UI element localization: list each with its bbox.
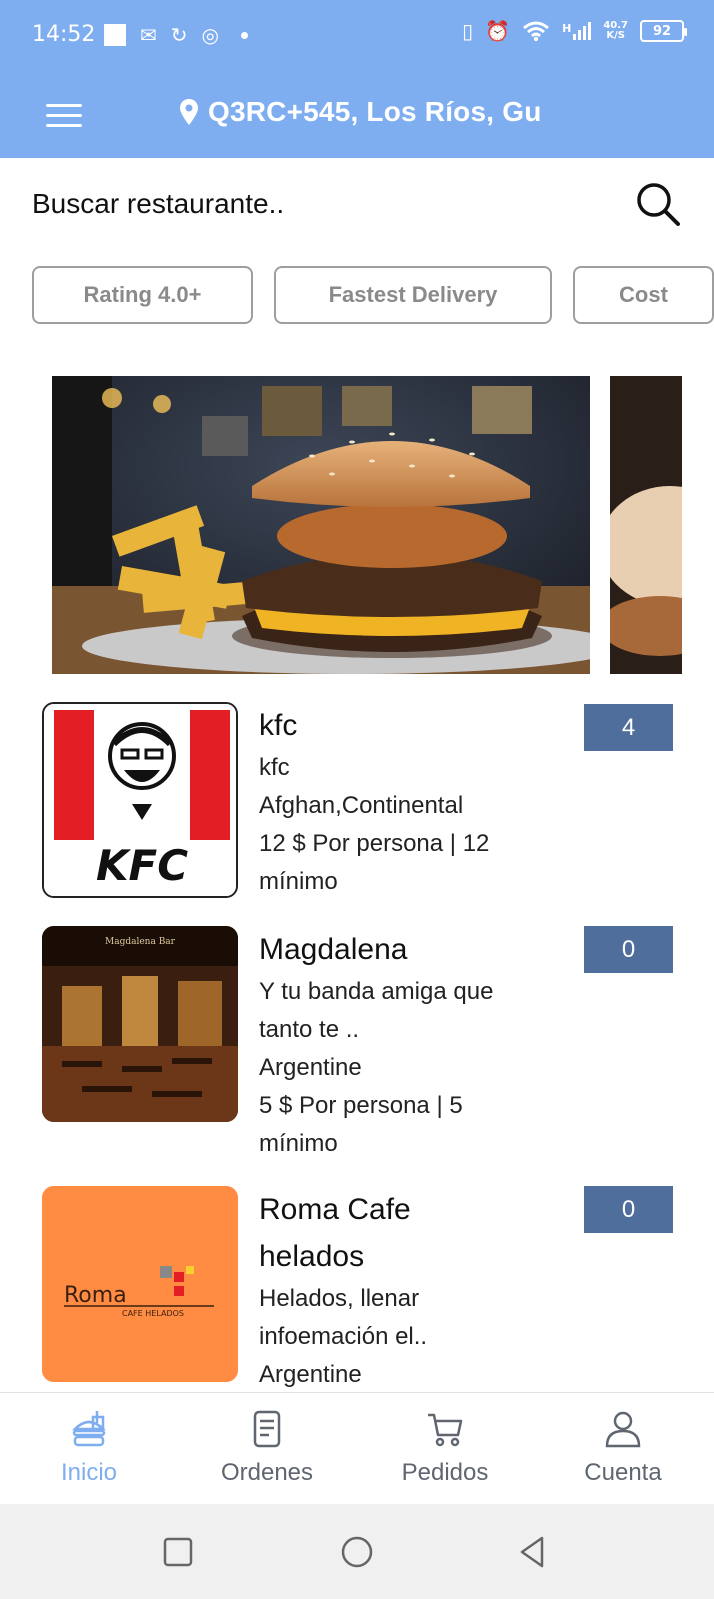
app-bar: Q3RC+545, Los Ríos, Gu (0, 76, 714, 156)
gmail-icon: ✉ (140, 23, 157, 47)
restaurant-minimum: mínimo (259, 868, 338, 895)
menu-icon[interactable] (46, 104, 82, 128)
alarm-icon: ⏰ (485, 19, 511, 43)
wifi-icon (523, 21, 550, 42)
rating-badge: 0 (584, 1186, 673, 1233)
cart-icon (428, 1413, 463, 1447)
messenger-icon: ◎ (201, 23, 219, 47)
food-image (610, 376, 682, 674)
roma-logo: Roma CAFE HELADOS (42, 1186, 238, 1382)
system-navigation (0, 1504, 714, 1599)
restaurant-description: kfc (259, 754, 290, 781)
search-bar[interactable]: Buscar restaurante.. (0, 158, 714, 248)
food-icon (71, 1411, 107, 1447)
search-input[interactable]: Buscar restaurante.. (32, 188, 284, 220)
status-time: 14:52 (32, 22, 96, 47)
kfc-logo: KFC (44, 704, 236, 896)
restaurant-minimum: mínimo (259, 1130, 338, 1157)
nav-inicio[interactable]: Inicio (0, 1393, 178, 1505)
rating-badge: 4 (584, 704, 673, 751)
restaurant-cost: 5 $ Por persona | 5 (259, 1092, 463, 1119)
restaurant-cost: 12 $ Por persona | 12 (259, 830, 490, 857)
bottom-navigation: Inicio Ordenes Pedidos Cuenta (0, 1392, 714, 1504)
network-speed: 40.7 K/S (603, 20, 628, 41)
filter-cost[interactable]: Cost (573, 266, 714, 324)
restaurant-cuisine: Argentine (259, 1054, 362, 1081)
filter-chips: Rating 4.0+ Fastest Delivery Cost (32, 266, 714, 324)
back-icon[interactable] (514, 1534, 550, 1570)
filter-rating[interactable]: Rating 4.0+ (32, 266, 253, 324)
promo-banner[interactable] (52, 376, 590, 674)
restaurant-card[interactable]: Roma CAFE HELADOS Roma Cafe helados Hela… (0, 1186, 714, 1392)
restaurant-cuisine: Argentine (259, 1361, 362, 1388)
rating-badge: 0 (584, 926, 673, 973)
restaurant-logo: Roma CAFE HELADOS (42, 1186, 238, 1382)
restaurant-description: Helados, llenar (259, 1285, 420, 1312)
restaurant-description-cont: infoemación el.. (259, 1323, 428, 1350)
restaurant-cuisine: Afghan,Continental (259, 792, 464, 819)
person-icon (605, 1411, 641, 1448)
restaurant-name-cont: helados (259, 1240, 365, 1273)
restaurant-name: Magdalena (259, 933, 408, 966)
recents-icon[interactable] (160, 1534, 196, 1570)
svg-text:Magdalena Bar: Magdalena Bar (105, 937, 176, 947)
restaurant-description: Y tu banda amiga que (259, 978, 494, 1005)
magdalena-photo: Magdalena Bar (42, 926, 238, 1122)
restaurant-card[interactable]: Magdalena Bar Magdalena Y tu banda amiga… (0, 926, 714, 1176)
app-header: 14:52 ✉ ↻ ◎ ▯ ⏰ H 40.7 K/S 92 Q3RC+545, … (0, 0, 714, 158)
nav-label: Inicio (60, 1459, 118, 1486)
vibrate-icon: ▯ (462, 19, 474, 43)
burger-image (52, 376, 590, 674)
nav-label: Ordenes (220, 1459, 314, 1486)
filter-fastest-delivery[interactable]: Fastest Delivery (274, 266, 552, 324)
notification-icons: ✉ ↻ ◎ (104, 24, 248, 46)
svg-text:KFC: KFC (96, 841, 188, 890)
receipt-icon (253, 1410, 281, 1448)
restaurant-card[interactable]: KFC kfc kfc Afghan,Continental 12 $ Por … (0, 702, 714, 912)
restaurant-info: kfc kfc Afghan,Continental 12 $ Por pers… (259, 702, 559, 901)
svg-text:CAFE HELADOS: CAFE HELADOS (122, 1309, 184, 1318)
restaurant-info: Roma Cafe helados Helados, llenar infoem… (259, 1186, 559, 1392)
restaurant-description-cont: tanto te .. (259, 1016, 360, 1043)
nav-ordenes[interactable]: Ordenes (178, 1393, 356, 1505)
sync-icon: ↻ (170, 23, 188, 47)
status-bar: 14:52 ✉ ↻ ◎ ▯ ⏰ H 40.7 K/S 92 (0, 0, 714, 72)
square-notification-icon (104, 24, 126, 46)
restaurant-logo: Magdalena Bar (42, 926, 238, 1122)
signal-icon: H (562, 22, 592, 40)
location-text: Q3RC+545, Los Ríos, Gu (208, 96, 542, 127)
restaurant-name: Roma Cafe (259, 1193, 411, 1226)
restaurant-logo: KFC (42, 702, 238, 898)
nav-label: Pedidos (401, 1459, 489, 1486)
search-icon[interactable] (634, 180, 684, 230)
restaurant-info: Magdalena Y tu banda amiga que tanto te … (259, 926, 559, 1163)
battery-icon: 92 (640, 20, 687, 42)
system-status-icons: ▯ ⏰ H 40.7 K/S 92 (462, 19, 687, 43)
restaurant-name: kfc (259, 709, 298, 742)
nav-label: Cuenta (584, 1459, 662, 1486)
nav-cuenta[interactable]: Cuenta (534, 1393, 712, 1505)
location-pin-icon (180, 99, 198, 125)
more-notifications-dot (240, 31, 248, 39)
home-icon[interactable] (339, 1534, 375, 1570)
nav-pedidos[interactable]: Pedidos (356, 1393, 534, 1505)
location-selector[interactable]: Q3RC+545, Los Ríos, Gu (180, 96, 542, 128)
svg-text:Roma: Roma (64, 1283, 127, 1308)
promo-banner-next[interactable] (610, 376, 682, 674)
